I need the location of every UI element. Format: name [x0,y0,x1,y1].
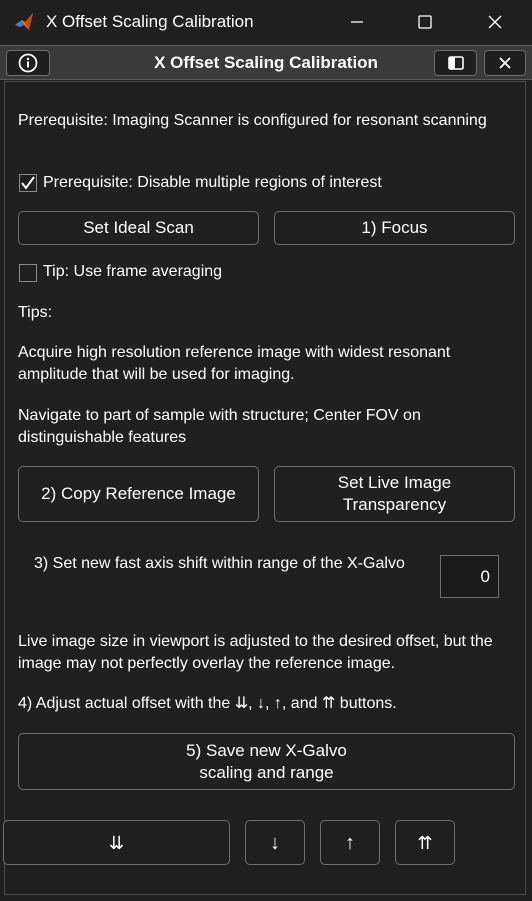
frame-averaging-checkbox[interactable] [19,264,37,282]
tip-navigate-sample: Navigate to part of sample with structur… [18,407,421,446]
window-close-button[interactable] [460,0,530,44]
maximize-icon [418,15,432,29]
close-icon [488,15,502,29]
fast-axis-shift-input[interactable] [440,555,499,598]
matlab-icon [15,13,33,30]
checkmark-icon [21,176,35,190]
save-scaling-button[interactable]: 5) Save new X-Galvo scaling and range [18,733,515,790]
prereq-checkbox-label: Prerequisite: Disable multiple regions o… [43,174,382,191]
prereq-checkbox[interactable] [19,174,37,192]
minimize-icon [351,21,363,23]
shift-up-large-button[interactable]: ⇈ [395,820,455,865]
shift-down-button[interactable]: ↓ [245,820,305,865]
close-icon [499,57,511,69]
dock-button[interactable] [434,50,477,76]
dialog-close-button[interactable] [484,50,526,76]
prerequisite-text: Prerequisite: Imaging Scanner is configu… [18,112,487,129]
copy-reference-image-button[interactable]: 2) Copy Reference Image [18,466,259,522]
shift-down-large-button[interactable]: ⇊ [3,820,230,865]
dock-icon [447,56,464,70]
maximize-button[interactable] [390,0,460,44]
window-title: X Offset Scaling Calibration [46,12,254,31]
info-icon [18,53,38,73]
adjust-offset-note: 4) Adjust actual offset with the ⇊, ↓, ↑… [18,695,397,712]
tip-reference-image: Acquire high resolution reference image … [18,344,451,383]
shift-up-button[interactable]: ↑ [320,820,380,865]
frame-averaging-label: Tip: Use frame averaging [43,263,223,280]
set-ideal-scan-button[interactable]: Set Ideal Scan [18,211,259,245]
fast-axis-shift-label: 3) Set new fast axis shift within range … [34,555,405,572]
minimize-button[interactable] [322,0,392,44]
set-live-image-transparency-button[interactable]: Set Live Image Transparency [274,466,515,522]
info-button[interactable] [6,50,50,76]
live-image-note: Live image size in viewport is adjusted … [18,633,493,672]
focus-button[interactable]: 1) Focus [274,211,515,245]
tips-heading: Tips: [18,304,53,321]
